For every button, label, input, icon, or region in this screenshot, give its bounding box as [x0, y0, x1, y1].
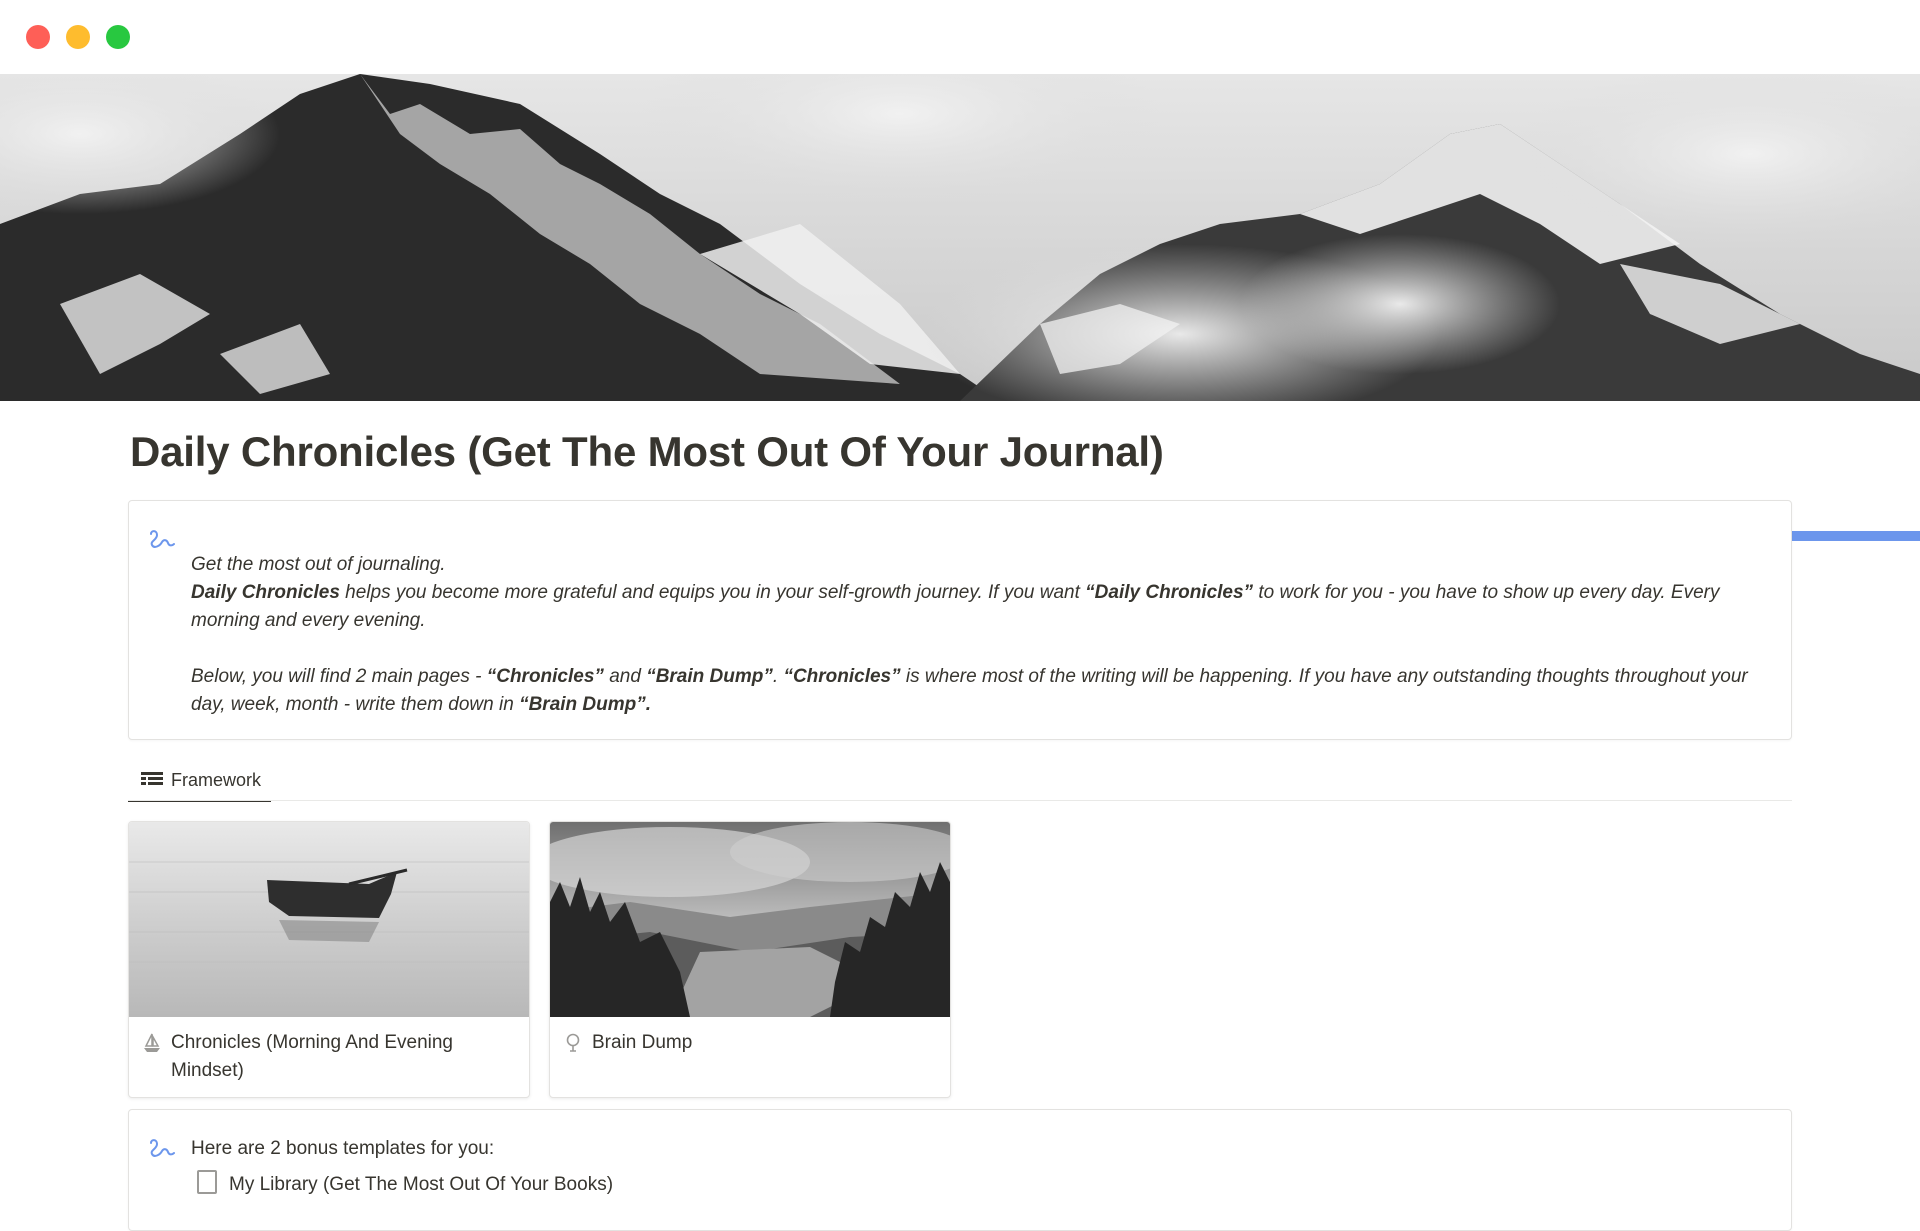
intro-bold-brain-dump-2: “Brain Dump”.: [519, 694, 652, 715]
tab-framework-label: Framework: [171, 769, 262, 790]
bonus-callout[interactable]: Here are 2 bonus templates for you: My L…: [128, 1109, 1792, 1231]
gallery-card-brain-dump[interactable]: Brain Dump: [549, 821, 951, 1098]
window-minimize-button[interactable]: [66, 25, 90, 49]
tab-framework[interactable]: Framework: [128, 760, 272, 802]
sailboat-icon: [144, 1033, 160, 1052]
mountain-cover-illustration: [0, 74, 1920, 401]
tab-divider: [128, 800, 1792, 801]
brain-icon: [566, 1033, 580, 1052]
boat-on-lake-image: [129, 822, 529, 1017]
intro-callout-text[interactable]: Get the most out of journaling. Daily Ch…: [191, 551, 1751, 719]
intro-line-1: Get the most out of journaling.: [191, 554, 446, 575]
page-cover-image[interactable]: [0, 74, 1920, 401]
card-body: Chronicles (Morning And Evening Mindset): [143, 1029, 515, 1085]
intro-p3-text-3: .: [772, 666, 784, 687]
card-cover-forest: [550, 822, 950, 1017]
intro-p2-text-1: helps you become more grateful and equip…: [339, 582, 1086, 603]
bonus-item-label: My Library (Get The Most Out Of Your Boo…: [229, 1174, 614, 1195]
bonus-item-my-library[interactable]: My Library (Get The Most Out Of Your Boo…: [197, 1170, 613, 1196]
intro-bold-daily-chronicles: Daily Chronicles: [191, 582, 340, 603]
card-cover-boat: [129, 822, 529, 1017]
window-maximize-button[interactable]: [106, 25, 130, 49]
card-title[interactable]: Brain Dump: [592, 1029, 692, 1057]
intro-p3-text-2: and: [603, 666, 647, 687]
card-title[interactable]: Chronicles (Morning And Evening Mindset): [171, 1029, 515, 1085]
bonus-callout-text: Here are 2 bonus templates for you:: [191, 1138, 495, 1159]
gallery-card-chronicles[interactable]: Chronicles (Morning And Evening Mindset): [128, 821, 530, 1098]
intro-paragraph-3: Below, you will find 2 main pages - “Chr…: [191, 663, 1751, 719]
intro-bold-chronicles-2: “Chronicles”: [783, 666, 901, 687]
window-close-button[interactable]: [26, 25, 50, 49]
scribble-icon[interactable]: [147, 528, 177, 550]
forest-valley-image: [550, 822, 950, 1017]
window-titlebar: [0, 0, 1920, 74]
intro-callout[interactable]: Get the most out of journaling. Daily Ch…: [128, 500, 1792, 740]
scribble-icon[interactable]: [147, 1137, 177, 1159]
table-icon: [141, 772, 163, 785]
intro-bold-quote-daily-chronicles: “Daily Chronicles”: [1085, 582, 1254, 603]
page-icon: [197, 1170, 217, 1194]
intro-p3-text-1: Below, you will find 2 main pages -: [191, 666, 487, 687]
card-body: Brain Dump: [564, 1029, 936, 1057]
page-title[interactable]: Daily Chronicles (Get The Most Out Of Yo…: [130, 428, 1164, 476]
intro-bold-brain-dump: “Brain Dump”: [646, 666, 773, 687]
intro-bold-chronicles: “Chronicles”: [486, 666, 604, 687]
intro-paragraph-2: Daily Chronicles helps you become more g…: [191, 579, 1751, 635]
